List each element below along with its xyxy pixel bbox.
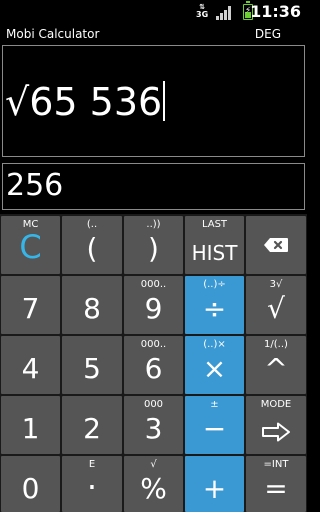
- keypad: MC C (.. ( ..)) ) LAST HIST 7 8 000.. 9 …: [0, 214, 307, 512]
- backspace-icon: [264, 238, 288, 252]
- history-button[interactable]: LAST HIST: [185, 216, 244, 274]
- digit-0-button[interactable]: 0: [1, 456, 60, 512]
- power-button[interactable]: 1/(..) ^: [246, 336, 306, 394]
- arrow-right-icon: [262, 422, 290, 442]
- digit-1-button[interactable]: 1: [1, 396, 60, 454]
- angle-mode-indicator[interactable]: DEG: [255, 27, 281, 41]
- open-paren-button[interactable]: (.. (: [62, 216, 122, 274]
- app-title: Mobi Calculator: [6, 27, 100, 41]
- result-text: 256: [6, 168, 64, 203]
- mode-button[interactable]: MODE: [246, 396, 306, 454]
- close-paren-button[interactable]: ..)) ): [124, 216, 183, 274]
- digit-2-button[interactable]: 2: [62, 396, 122, 454]
- signal-strength-icon: [216, 5, 234, 20]
- status-clock: 11:36: [250, 2, 301, 21]
- text-cursor: [163, 81, 166, 121]
- digit-5-button[interactable]: 5: [62, 336, 122, 394]
- expression-text: √65 536: [5, 80, 166, 124]
- digit-4-button[interactable]: 4: [1, 336, 60, 394]
- decimal-point-button[interactable]: E ·: [62, 456, 122, 512]
- digit-6-button[interactable]: 000.. 6: [124, 336, 183, 394]
- equals-button[interactable]: =INT =: [246, 456, 306, 512]
- divide-button[interactable]: (..)÷ ÷: [185, 276, 244, 334]
- status-bar: ⇅ 3G ⚡ 11:36: [0, 0, 307, 24]
- digit-3-button[interactable]: 000 3: [124, 396, 183, 454]
- result-display[interactable]: 256: [2, 163, 305, 210]
- plus-button[interactable]: +: [185, 456, 244, 512]
- expression-display[interactable]: √65 536: [2, 45, 305, 157]
- multiply-button[interactable]: (..)× ×: [185, 336, 244, 394]
- backspace-button[interactable]: [246, 216, 306, 274]
- digit-8-button[interactable]: 8: [62, 276, 122, 334]
- clear-button[interactable]: MC C: [1, 216, 60, 274]
- square-root-button[interactable]: 3√ √: [246, 276, 306, 334]
- app-header: Mobi Calculator DEG: [0, 24, 307, 44]
- network-indicator: ⇅ 3G: [196, 3, 209, 19]
- minus-button[interactable]: ± −: [185, 396, 244, 454]
- digit-7-button[interactable]: 7: [1, 276, 60, 334]
- percent-button[interactable]: √ %: [124, 456, 183, 512]
- digit-9-button[interactable]: 000.. 9: [124, 276, 183, 334]
